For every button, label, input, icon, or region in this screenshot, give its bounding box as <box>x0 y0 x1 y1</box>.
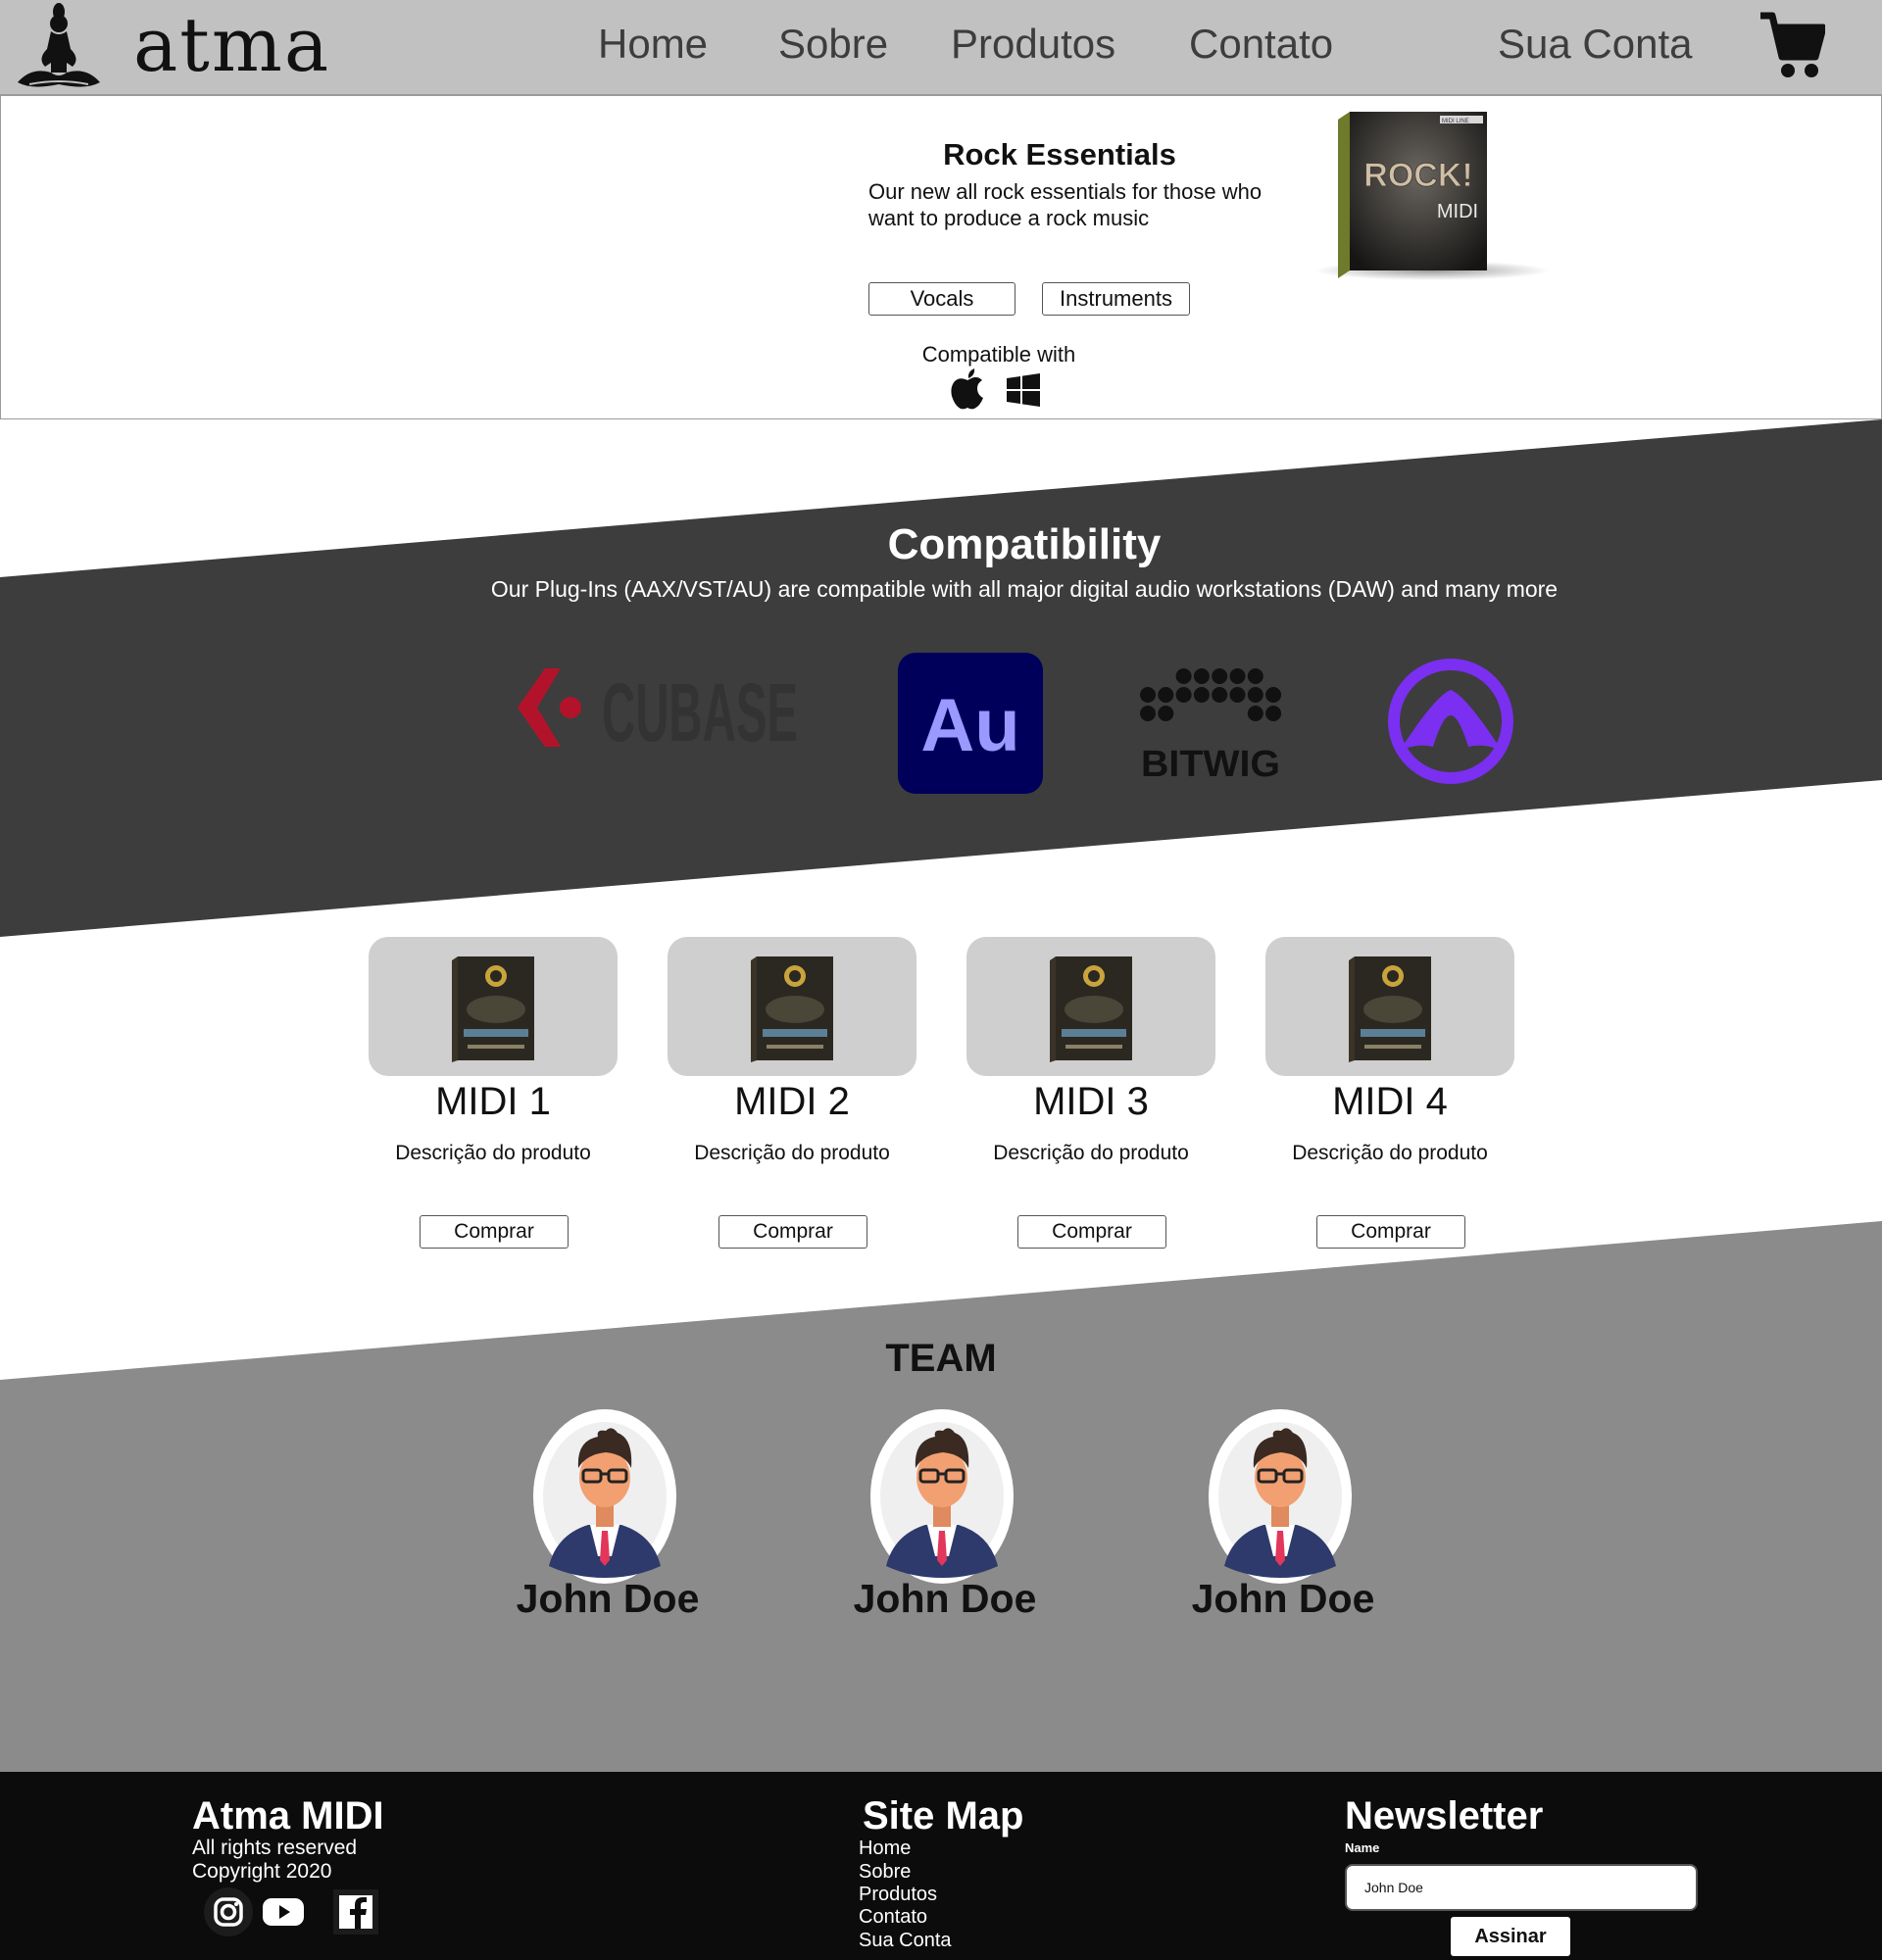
buy-button[interactable]: Comprar <box>420 1215 569 1249</box>
apple-icon <box>951 368 983 410</box>
product-name: MIDI 3 <box>1033 1080 1149 1123</box>
product-description: Descrição do produto <box>1292 1142 1488 1164</box>
buy-button[interactable]: Comprar <box>1316 1215 1465 1249</box>
product-image[interactable] <box>668 937 916 1076</box>
cubase-logo: CUBASE <box>518 666 798 753</box>
bitwig-logo: BITWIG <box>1140 668 1282 780</box>
nav-contato[interactable]: Contato <box>1189 20 1333 69</box>
product-name: MIDI 1 <box>435 1080 551 1123</box>
instruments-button[interactable]: Instruments <box>1042 282 1190 316</box>
person-avatar-icon <box>533 1409 676 1584</box>
team-title: TEAM <box>885 1337 997 1380</box>
instagram-icon[interactable] <box>204 1887 253 1936</box>
person-avatar-icon <box>870 1409 1014 1584</box>
person-avatar-icon <box>1209 1409 1352 1584</box>
newsletter-title: Newsletter <box>1345 1794 1544 1838</box>
sitemap-link-contato[interactable]: Contato <box>859 1905 927 1929</box>
product-description: Descrição do produto <box>395 1142 591 1164</box>
hero-section: Rock Essentials Our new all rock essenti… <box>0 95 1882 419</box>
bitwig-dot <box>1175 687 1192 703</box>
meditation-figure-icon[interactable] <box>12 2 106 92</box>
bitwig-dot <box>1265 687 1282 703</box>
bitwig-label: BITWIG <box>1141 744 1280 780</box>
sitemap-link-account[interactable]: Sua Conta <box>859 1929 952 1952</box>
sitemap-link-home[interactable]: Home <box>859 1837 911 1860</box>
site-header: atma Home Sobre Produtos Contato Sua Con… <box>0 0 1882 95</box>
facebook-icon[interactable] <box>331 1887 380 1936</box>
buy-button[interactable]: Comprar <box>718 1215 867 1249</box>
nav-sobre[interactable]: Sobre <box>778 20 888 69</box>
footer-copyright: Copyright 2020 <box>192 1860 332 1883</box>
footer-brand: Atma MIDI <box>192 1794 384 1838</box>
box-title: ROCK! <box>1363 157 1472 194</box>
subscribe-button[interactable]: Assinar <box>1451 1917 1570 1956</box>
hero-title: Rock Essentials <box>943 137 1176 172</box>
sitemap-link-sobre[interactable]: Sobre <box>859 1860 911 1884</box>
compatibility-subtitle: Our Plug-Ins (AAX/VST/AU) are compatible… <box>490 576 1559 602</box>
logo-wordmark[interactable]: atma <box>133 2 330 88</box>
youtube-icon[interactable] <box>259 1887 308 1936</box>
team-member-name: John Doe <box>516 1576 700 1621</box>
buy-button[interactable]: Comprar <box>1017 1215 1166 1249</box>
product-description: Descrição do produto <box>694 1142 890 1164</box>
drum-kit-box-icon <box>452 956 534 1062</box>
box-subtitle: MIDI <box>1437 201 1478 222</box>
bitwig-dot <box>1175 668 1192 684</box>
compatibility-title: Compatibility <box>887 520 1162 568</box>
box-tag: MIDI LINE <box>1442 119 1469 124</box>
bitwig-dot <box>1229 668 1246 684</box>
vocals-button[interactable]: Vocals <box>868 282 1015 316</box>
bitwig-dot <box>1193 668 1210 684</box>
audition-label: Au <box>920 684 1019 767</box>
hero-description: Our new all rock essentials for those wh… <box>868 179 1263 230</box>
windows-icon <box>1007 373 1040 407</box>
product-image[interactable] <box>369 937 618 1076</box>
bitwig-dot <box>1212 687 1228 703</box>
site-footer: Atma MIDI All rights reserved Copyright … <box>0 1772 1882 1960</box>
product-image[interactable] <box>1265 937 1514 1076</box>
newsletter-name-input[interactable] <box>1345 1864 1698 1911</box>
bitwig-dot <box>1158 687 1174 703</box>
bitwig-dot <box>1247 687 1263 703</box>
bitwig-dot <box>1265 706 1282 721</box>
bitwig-dot <box>1212 668 1228 684</box>
drum-kit-box-icon <box>1349 956 1431 1062</box>
bitwig-dot <box>1193 687 1210 703</box>
product-name: MIDI 4 <box>1332 1080 1448 1123</box>
bitwig-dot <box>1140 687 1156 703</box>
bitwig-dot <box>1140 706 1156 721</box>
product-image[interactable] <box>966 937 1215 1076</box>
product-description: Descrição do produto <box>993 1142 1189 1164</box>
team-member-name: John Doe <box>1191 1576 1375 1621</box>
newsletter-name-label: Name <box>1345 1840 1380 1855</box>
cubase-label: CUBASE <box>602 666 798 753</box>
product-name: MIDI 2 <box>734 1080 850 1123</box>
footer-rights: All rights reserved <box>192 1837 358 1859</box>
rock-midi-product-image: MIDI LINE ROCK! MIDI <box>1314 112 1550 280</box>
team-member-name: John Doe <box>853 1576 1037 1621</box>
nav-account[interactable]: Sua Conta <box>1498 20 1692 69</box>
nav-home[interactable]: Home <box>598 20 708 69</box>
nav-produtos[interactable]: Produtos <box>951 20 1115 69</box>
sitemap-link-produtos[interactable]: Produtos <box>859 1883 937 1906</box>
sitemap-title: Site Map <box>863 1794 1024 1838</box>
adobe-audition-logo: Au <box>898 653 1043 794</box>
bitwig-dot <box>1247 668 1263 684</box>
bitwig-dot <box>1158 706 1174 721</box>
pro-tools-logo <box>1388 659 1513 784</box>
drum-kit-box-icon <box>751 956 833 1062</box>
compatible-with-label: Compatible with <box>921 342 1076 367</box>
bitwig-dot <box>1229 687 1246 703</box>
drum-kit-box-icon <box>1050 956 1132 1062</box>
shopping-cart-icon[interactable] <box>1758 12 1825 80</box>
bitwig-dot <box>1247 706 1263 721</box>
